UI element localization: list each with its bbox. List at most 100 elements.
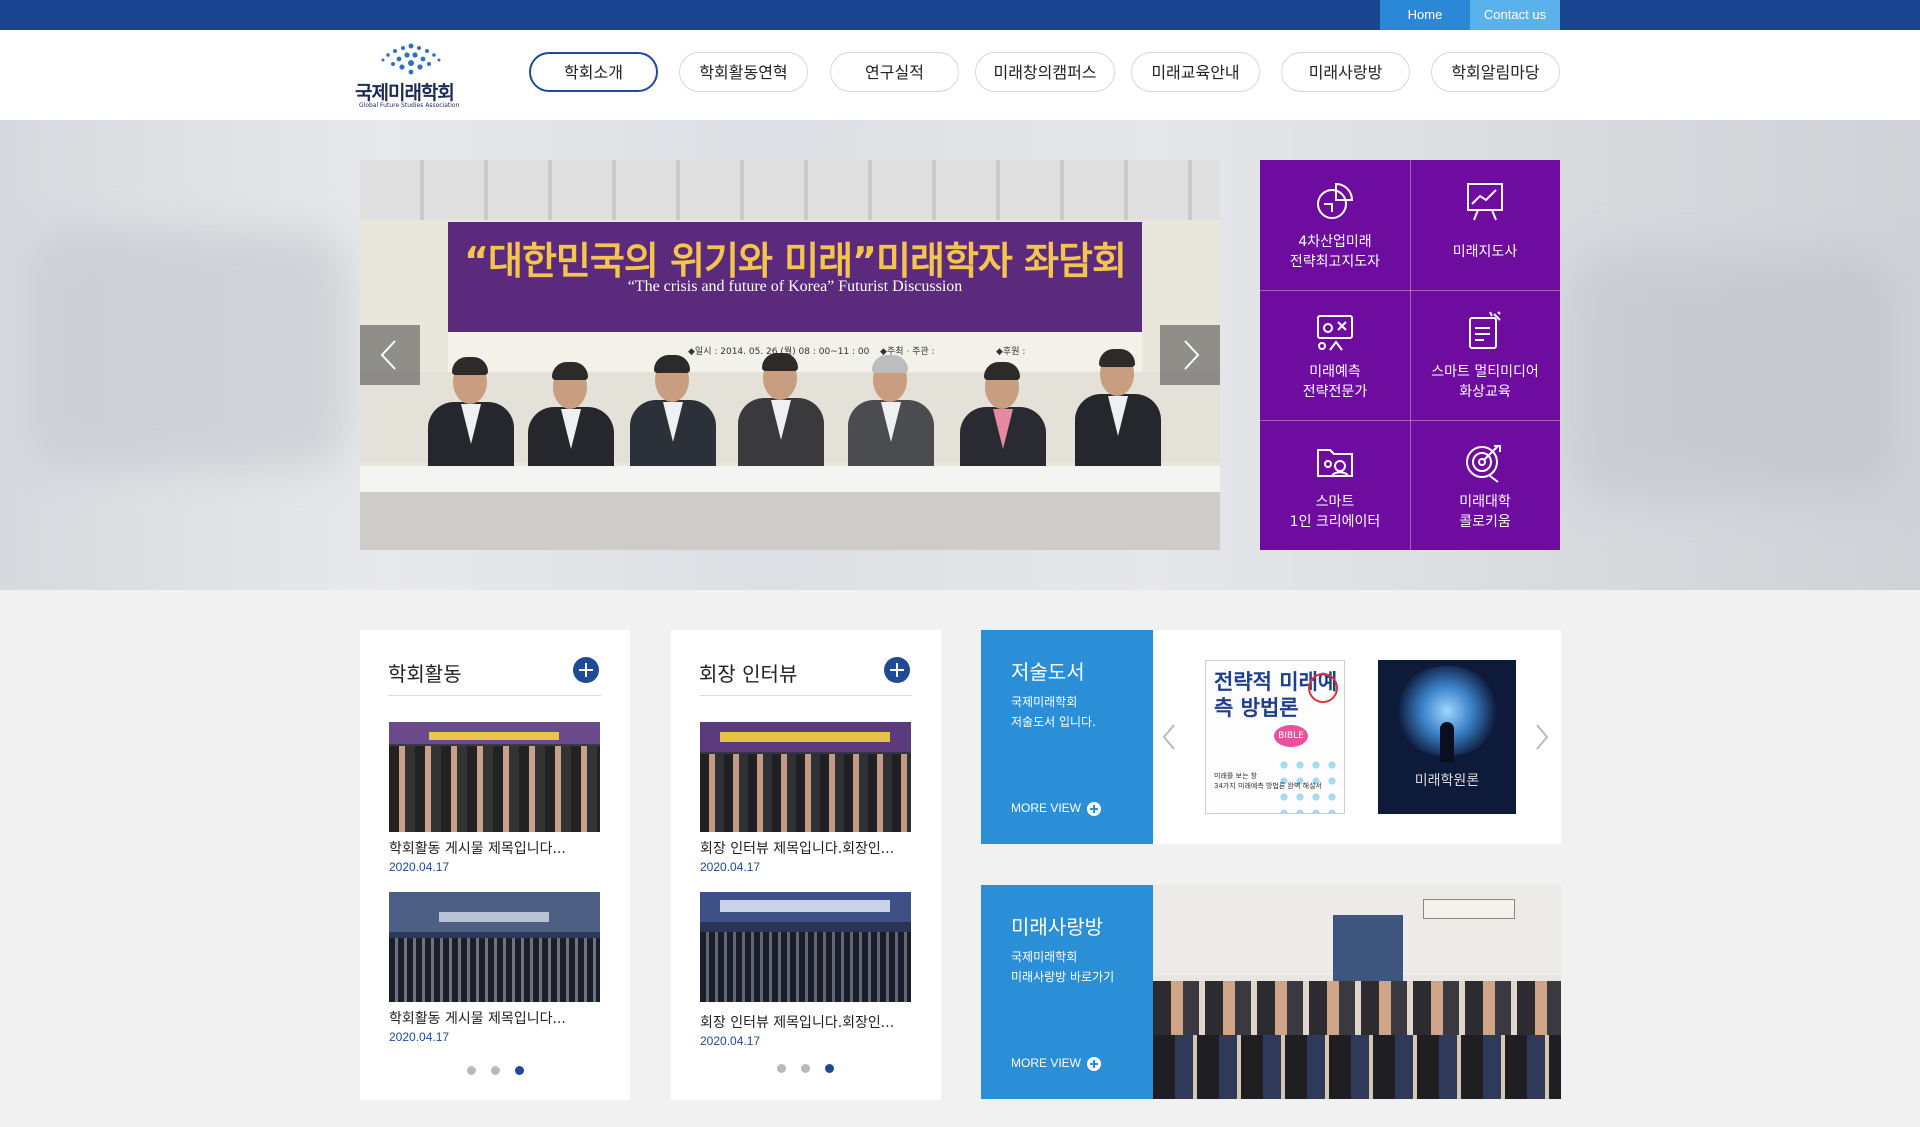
pagination-dot-active[interactable] xyxy=(825,1064,834,1073)
quick-link-multimedia-education[interactable]: 스마트 멀티미디어 화상교육 xyxy=(1410,290,1560,420)
banner-title: “대한민국의 위기와 미래”미래학자 좌담회 xyxy=(464,239,1127,283)
plus-icon xyxy=(1087,802,1102,816)
book-cover[interactable]: 미래학원론 xyxy=(1378,660,1516,814)
books-prev-button[interactable] xyxy=(1161,722,1177,752)
interview-more-button[interactable] xyxy=(884,657,910,683)
chevron-right-icon xyxy=(1184,340,1200,370)
more-view-label: MORE VIEW xyxy=(1011,1056,1082,1071)
books-panel: 저술도서 국제미래학회 저술도서 입니다. MORE VIEW 전략적 미래예측… xyxy=(981,630,1561,844)
more-view-label: MORE VIEW xyxy=(1011,801,1082,816)
quick-link-label: 미래예측 xyxy=(1309,364,1361,380)
quick-link-label: 콜로키움 xyxy=(1459,514,1511,530)
target-icon xyxy=(1466,445,1501,483)
site-logo[interactable]: 국제미래학회 Global Future Studies Association xyxy=(355,42,465,112)
quick-link-label: 4차산업미래 xyxy=(1298,234,1372,250)
lounge-photo[interactable] xyxy=(1153,885,1561,1099)
logo-mark-icon xyxy=(381,43,441,75)
pagination-dot[interactable] xyxy=(491,1066,500,1075)
hero-blur-bg xyxy=(1570,250,1900,500)
divider xyxy=(699,695,912,696)
nav-lounge[interactable]: 미래사랑방 xyxy=(1281,52,1410,92)
divider xyxy=(388,695,601,696)
book-cover[interactable]: 전략적 미래예측 방법론 BIBLE 미래를 보는 창 34가지 미래예측 방법… xyxy=(1205,660,1345,814)
slide-background xyxy=(360,160,1220,220)
book-subtitle: 34가지 미래예측 방법론 완벽 해설서 xyxy=(1214,782,1322,790)
contact-link[interactable]: Contact us xyxy=(1470,0,1560,30)
quick-link-label: 미래지도사 xyxy=(1452,244,1518,260)
home-link[interactable]: Home xyxy=(1380,0,1470,30)
card-title: 회장 인터뷰 xyxy=(699,662,798,686)
hero-blur-bg xyxy=(30,230,350,470)
books-title: 저술도서 xyxy=(1011,660,1085,684)
slider-next-button[interactable] xyxy=(1160,325,1220,385)
quick-link-future-instructor[interactable]: 미래지도사 xyxy=(1410,160,1560,290)
pagination-dots xyxy=(777,1058,849,1073)
lounge-info-box: 미래사랑방 국제미래학회 미래사랑방 바로가기 MORE VIEW xyxy=(981,885,1153,1099)
quick-link-creator[interactable]: 스마트 1인 크리에이터 xyxy=(1260,420,1410,550)
banner-subtitle: “The crisis and future of Korea” Futuris… xyxy=(627,278,963,295)
post-title[interactable]: 학회활동 게시물 제목입니다... xyxy=(389,1008,604,1028)
pagination-dot-active[interactable] xyxy=(515,1066,524,1075)
pagination-dot[interactable] xyxy=(777,1064,786,1073)
post-date: 2020.04.17 xyxy=(700,860,761,874)
lounge-desc: 국제미래학회 xyxy=(1011,950,1078,964)
nav-about[interactable]: 학회소개 xyxy=(529,52,658,92)
post-date: 2020.04.17 xyxy=(389,860,450,874)
quick-link-label: 스마트 xyxy=(1315,494,1355,510)
book-art xyxy=(1440,722,1454,762)
quick-link-label: 1인 크리에이터 xyxy=(1289,514,1381,530)
quick-link-label: 화상교육 xyxy=(1459,384,1511,400)
post-thumbnail[interactable] xyxy=(700,722,911,832)
nav-research[interactable]: 연구실적 xyxy=(830,52,959,92)
card-title: 학회활동 xyxy=(388,662,462,686)
books-desc: 국제미래학회 xyxy=(1011,695,1078,709)
strategy-board-icon xyxy=(1317,315,1353,351)
post-thumbnail[interactable] xyxy=(389,722,600,832)
lounge-panel: 미래사랑방 국제미래학회 미래사랑방 바로가기 MORE VIEW xyxy=(981,885,1561,1099)
main-slider: “대한민국의 위기와 미래”미래학자 좌담회 “The crisis and f… xyxy=(360,160,1220,550)
slide-table xyxy=(360,466,1220,492)
pagination-dot[interactable] xyxy=(801,1064,810,1073)
quick-link-label: 전략전문가 xyxy=(1302,384,1368,400)
banner-sponsor: ◆후원 : xyxy=(996,347,1026,357)
pie-chart-icon xyxy=(1317,182,1354,219)
slide-floor xyxy=(360,492,1220,550)
quick-link-industry-leader[interactable]: 4차산업미래 전략최고지도자 xyxy=(1260,160,1410,290)
post-date: 2020.04.17 xyxy=(700,1034,761,1048)
post-thumbnail[interactable] xyxy=(389,892,600,1002)
quick-link-colloquium[interactable]: 미래대학 콜로키움 xyxy=(1410,420,1560,550)
books-info-box: 저술도서 국제미래학회 저술도서 입니다. MORE VIEW xyxy=(981,630,1153,844)
certificate-icon xyxy=(1469,311,1501,349)
post-thumbnail[interactable] xyxy=(700,892,911,1002)
book-subtitle: 미래를 보는 창 xyxy=(1214,772,1258,780)
pagination-dot[interactable] xyxy=(467,1066,476,1075)
book-tag: BIBLE xyxy=(1274,725,1308,747)
nav-education[interactable]: 미래교육안내 xyxy=(1131,52,1260,92)
quick-link-label: 전략최고지도자 xyxy=(1289,254,1381,270)
quick-link-forecast-expert[interactable]: 미래예측 전략전문가 xyxy=(1260,290,1410,420)
lounge-more-view-button[interactable]: MORE VIEW xyxy=(1011,1056,1102,1071)
post-title[interactable]: 학회활동 게시물 제목입니다... xyxy=(389,838,604,858)
book-badge xyxy=(1308,673,1338,703)
post-date: 2020.04.17 xyxy=(389,1030,450,1044)
lounge-title: 미래사랑방 xyxy=(1011,915,1103,939)
books-desc: 저술도서 입니다. xyxy=(1011,715,1096,729)
logo-name-ko: 국제미래학회 xyxy=(355,82,455,104)
nav-campus[interactable]: 미래창의캠퍼스 xyxy=(975,52,1115,92)
activity-more-button[interactable] xyxy=(573,657,599,683)
nav-history[interactable]: 학회활동연혁 xyxy=(679,52,808,92)
nav-notice[interactable]: 학회알림마당 xyxy=(1431,52,1560,92)
post-title[interactable]: 회장 인터뷰 제목입니다.회장인... xyxy=(700,1012,915,1032)
books-more-view-button[interactable]: MORE VIEW xyxy=(1011,801,1102,816)
books-next-button[interactable] xyxy=(1534,722,1550,752)
slide-banner: “대한민국의 위기와 미래”미래학자 좌담회 “The crisis and f… xyxy=(448,222,1142,372)
book-title: 미래학원론 xyxy=(1414,773,1480,789)
slider-prev-button[interactable] xyxy=(360,325,420,385)
interview-card: 회장 인터뷰 회장 인터뷰 제목입니다.회장인... 2020.04.17 회장… xyxy=(671,630,941,1100)
pagination-dots xyxy=(467,1060,539,1075)
logo-name-en: Global Future Studies Association xyxy=(359,102,460,109)
activity-card: 학회활동 학회활동 게시물 제목입니다... 2020.04.17 학회활동 게… xyxy=(360,630,630,1100)
quick-links-panel: 4차산업미래 전략최고지도자 미래지도사 미래예측 전략전문가 스마트 멀티미디… xyxy=(1260,160,1560,550)
chevron-left-icon xyxy=(380,340,396,370)
post-title[interactable]: 회장 인터뷰 제목입니다.회장인... xyxy=(700,838,915,858)
